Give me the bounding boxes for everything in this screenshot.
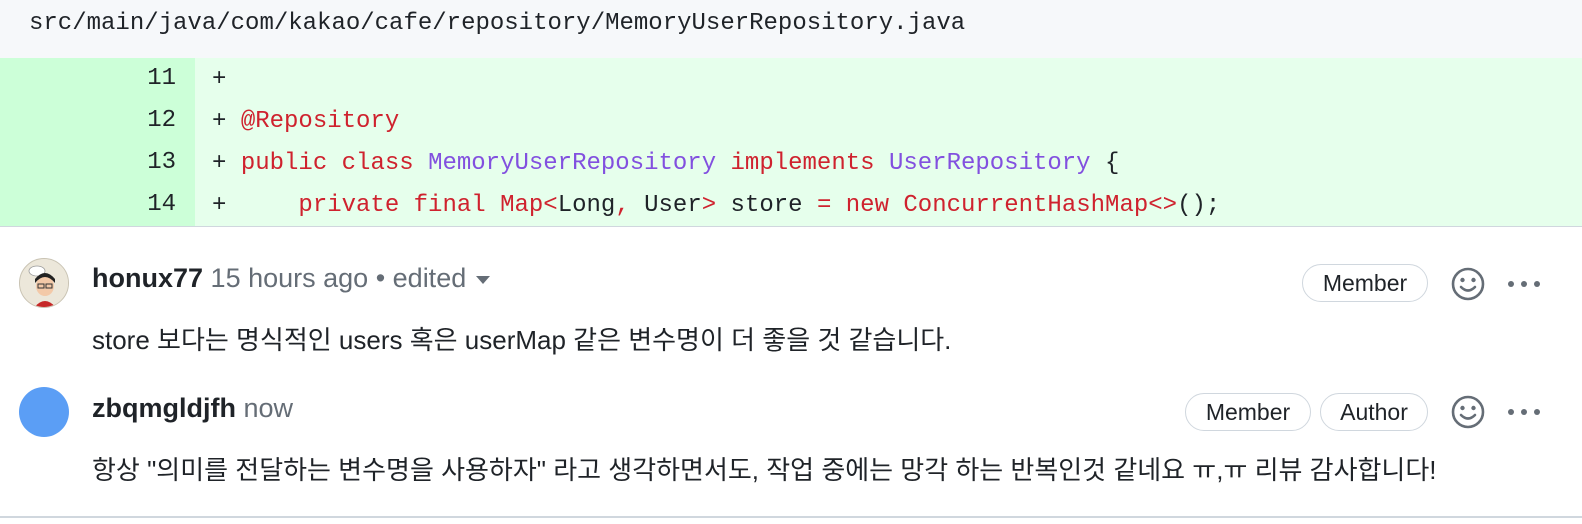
diff-line: 14 + private final Map<Long, User> store… [0,184,1582,226]
divider [0,516,1582,518]
add-marker: + [212,192,227,219]
member-badge: Member [1302,264,1428,302]
smiley-icon[interactable] [1448,392,1488,432]
review-comment: zbqmgldjfh now Member Author 항상 "의미를 전달하… [0,367,1582,515]
review-comment: honux77 15 hours ago • edited Member sto… [0,227,1582,367]
file-path-header[interactable]: src/main/java/com/kakao/cafe/repository/… [0,0,1582,58]
member-badge: Member [1185,393,1311,431]
author-name[interactable]: honux77 [92,263,203,293]
keyword-token: public [240,150,328,177]
type-token: ConcurrentHashMap [889,192,1149,219]
brace-token: { [1105,150,1120,177]
operator-token: > [701,192,717,219]
diff-line: 13 + public class MemoryUserRepository i… [0,142,1582,184]
keyword-token: final [413,192,486,219]
author-badge: Author [1320,393,1428,431]
comment-body: 항상 "의미를 전달하는 변수명을 사용하자" 라고 생각하면서도, 작업 중에… [92,455,1437,485]
edited-label: edited [392,263,467,293]
punctuation-token: (); [1177,192,1221,219]
comment-header: honux77 15 hours ago • edited [92,263,491,294]
line-number[interactable]: 11 [0,65,176,92]
operator-token: = [816,192,832,219]
type-token: User [629,192,702,219]
type-token: Long [557,192,616,219]
diff-line: 11 + [0,58,1582,100]
code-line: + @Repository [212,108,399,135]
caret-down-icon [476,275,491,284]
operator-token: < [543,192,558,219]
keyword-token: new [845,192,889,219]
diff-line: 12 + @Repository [0,100,1582,142]
avatar[interactable] [19,258,69,308]
line-number[interactable]: 14 [0,191,176,218]
operator-token: , [615,192,630,219]
type-token: Map [500,192,544,219]
author-name[interactable]: zbqmgldjfh [92,393,236,423]
comment-body: store 보다는 명식적인 users 혹은 userMap 같은 변수명이 … [92,325,952,355]
type-token: MemoryUserRepository [428,150,717,177]
diff-view: 11 + 12 + @Repository 13 + public class … [0,58,1582,226]
code-line: + [212,66,226,93]
code-line: + private final Map<Long, User> store = … [212,192,1220,219]
file-path: src/main/java/com/kakao/cafe/repository/… [29,10,966,37]
kebab-horizontal-icon[interactable] [1504,264,1544,304]
separator-dot: • [375,263,386,293]
smiley-icon[interactable] [1448,264,1488,304]
identifier-token: store [716,192,817,219]
kebab-horizontal-icon[interactable] [1504,392,1544,432]
avatar[interactable] [19,387,69,437]
keyword-token: class [341,150,414,177]
type-token: UserRepository [888,150,1091,177]
add-marker: + [212,66,227,93]
keyword-token: private [298,192,400,219]
avatar-image [20,259,68,307]
annotation-token: @Repository [240,108,400,135]
line-number[interactable]: 13 [0,149,176,176]
operator-token: <> [1148,192,1178,219]
keyword-token: implements [730,150,875,177]
add-marker: + [212,108,227,135]
timestamp[interactable]: 15 hours ago [211,263,369,293]
comment-header: zbqmgldjfh now [92,393,293,424]
line-number[interactable]: 12 [0,107,176,134]
code-line: + public class MemoryUserRepository impl… [212,150,1119,177]
add-marker: + [212,150,227,177]
edited-dropdown[interactable]: edited [393,263,491,293]
timestamp[interactable]: now [243,393,293,423]
